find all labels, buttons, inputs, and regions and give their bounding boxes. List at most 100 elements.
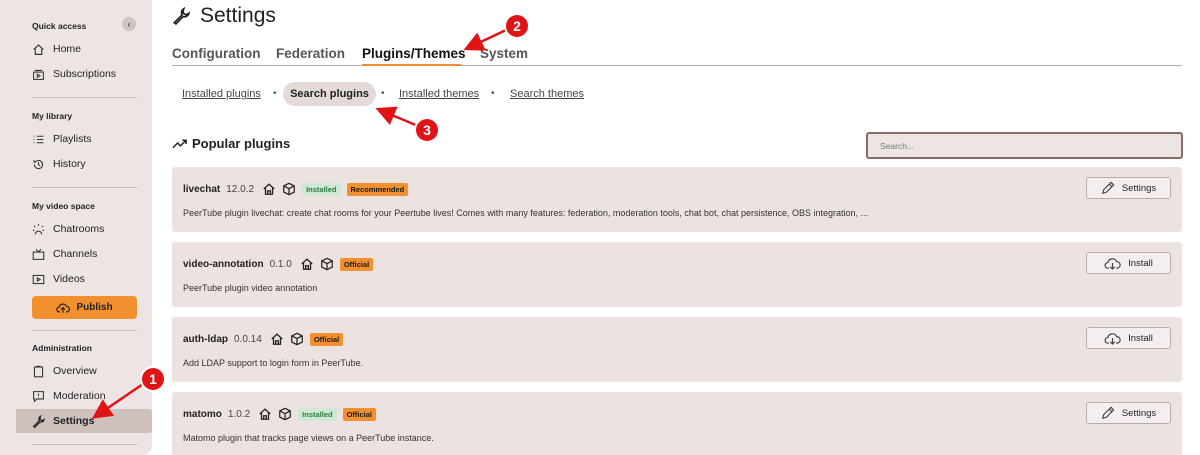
tab-plugins-themes[interactable]: Plugins/Themes — [362, 46, 466, 61]
recommended-badge: Recommended — [346, 182, 409, 196]
publish-button[interactable]: Publish — [32, 296, 137, 319]
button-label: Settings — [1121, 407, 1157, 419]
homepage-icon[interactable] — [270, 332, 284, 346]
sidebar-item-label: Channels — [53, 248, 98, 260]
section-title: Popular plugins — [192, 136, 291, 151]
channels-icon — [30, 248, 46, 261]
plugin-name: video-annotation — [183, 258, 264, 270]
sidebar-item-history[interactable]: History — [16, 152, 152, 176]
subtab-separator: • — [381, 88, 385, 99]
annotation-marker: 2 — [506, 15, 528, 37]
plugin-version: 0.0.14 — [234, 333, 262, 345]
subtab-separator: • — [491, 88, 495, 99]
page-header: Settings — [172, 4, 276, 28]
moderation-icon — [30, 390, 46, 403]
plugin-description: Matomo plugin that tracks page views on … — [183, 433, 434, 443]
annotation-arrow-3 — [375, 106, 419, 128]
collapse-sidebar-button[interactable]: ‹ — [122, 17, 136, 31]
sidebar-item-label: Settings — [53, 415, 95, 427]
sidebar-item-home[interactable]: Home — [16, 37, 152, 61]
sidebar-divider — [32, 97, 137, 98]
official-badge: Official — [339, 257, 374, 271]
subtab-separator: • — [273, 88, 277, 99]
plugin-name: livechat — [183, 183, 221, 195]
plugin-header: auth-ldap 0.0.14 Official — [183, 331, 344, 347]
sidebar-section-title: My library — [32, 111, 73, 121]
tab-configuration[interactable]: Configuration — [172, 46, 260, 61]
sidebar-item-overview[interactable]: Overview — [16, 359, 152, 383]
official-badge: Official — [309, 332, 344, 346]
homepage-icon[interactable] — [262, 182, 276, 196]
subscriptions-icon — [30, 68, 46, 81]
plugin-search-input[interactable] — [866, 132, 1183, 159]
plugin-name: auth-ldap — [183, 333, 228, 345]
package-icon[interactable] — [290, 332, 304, 346]
cloud-download-icon — [1104, 257, 1121, 270]
plugin-description: PeerTube plugin livechat: create chat ro… — [183, 208, 869, 218]
subtab-search-themes[interactable]: Search themes — [510, 88, 584, 100]
history-icon — [30, 158, 46, 171]
package-icon[interactable] — [320, 257, 334, 271]
package-icon[interactable] — [278, 407, 292, 421]
plugin-card: matomo 1.0.2 Installed Official Matomo p… — [172, 392, 1182, 455]
plugin-description: Add LDAP support to login form in PeerTu… — [183, 358, 364, 368]
homepage-icon[interactable] — [258, 407, 272, 421]
sidebar-item-label: Videos — [53, 273, 85, 285]
sidebar-item-label: Overview — [53, 365, 97, 377]
page-title: Settings — [200, 4, 276, 27]
subtab-installed-plugins[interactable]: Installed plugins — [182, 88, 261, 100]
subtab-search-plugins[interactable]: Search plugins — [283, 82, 376, 106]
sidebar-section-title: Quick access — [32, 21, 87, 31]
sidebar-item-chatrooms[interactable]: Chatrooms — [16, 217, 152, 241]
plugin-card: livechat 12.0.2 Installed Recommended Pe… — [172, 167, 1182, 232]
sidebar-divider — [32, 187, 137, 188]
plugin-header: matomo 1.0.2 Installed Official — [183, 406, 377, 422]
subtab-installed-themes[interactable]: Installed themes — [399, 88, 479, 100]
wrench-icon — [30, 414, 46, 428]
upload-cloud-icon — [56, 303, 71, 313]
plugin-card: video-annotation 0.1.0 Official PeerTube… — [172, 242, 1182, 307]
sidebar-section-title: My video space — [32, 201, 95, 211]
plugin-card: auth-ldap 0.0.14 Official Add LDAP suppo… — [172, 317, 1182, 382]
sidebar-item-channels[interactable]: Channels — [16, 242, 152, 266]
sidebar-item-moderation[interactable]: Moderation — [16, 384, 152, 408]
sidebar-item-label: Moderation — [53, 390, 106, 402]
button-label: Install — [1128, 257, 1153, 269]
sidebar-item-label: History — [53, 158, 86, 170]
settings-button[interactable]: Settings — [1086, 177, 1171, 199]
official-badge: Official — [342, 407, 377, 421]
cloud-download-icon — [1104, 332, 1121, 345]
sidebar-item-playlists[interactable]: Playlists — [16, 127, 152, 151]
publish-label: Publish — [76, 302, 113, 313]
plugin-header: livechat 12.0.2 Installed Recommended — [183, 181, 409, 197]
button-label: Install — [1128, 332, 1153, 344]
settings-tabs: Configuration Federation Plugins/Themes … — [172, 44, 1182, 66]
active-tab-indicator — [362, 64, 461, 66]
tab-system[interactable]: System — [480, 46, 528, 61]
sidebar-section-title: Administration — [32, 343, 92, 353]
home-icon — [30, 43, 46, 56]
sidebar-item-videos[interactable]: Videos — [16, 267, 152, 291]
package-icon[interactable] — [282, 182, 296, 196]
installed-badge: Installed — [302, 182, 341, 196]
tab-federation[interactable]: Federation — [276, 46, 345, 61]
install-button[interactable]: Install — [1086, 252, 1171, 274]
sidebar-item-settings[interactable]: Settings — [16, 409, 152, 433]
plugin-version: 1.0.2 — [227, 408, 251, 420]
sidebar-item-label: Home — [53, 43, 82, 55]
sidebar: Quick access ‹ Home Subscriptions My lib… — [0, 0, 152, 455]
install-button[interactable]: Install — [1086, 327, 1171, 349]
settings-button[interactable]: Settings — [1086, 402, 1171, 424]
chatrooms-icon — [30, 223, 46, 236]
sidebar-divider — [32, 330, 137, 331]
button-label: Settings — [1121, 182, 1157, 194]
pencil-icon — [1101, 181, 1115, 195]
pencil-icon — [1101, 406, 1115, 420]
homepage-icon[interactable] — [300, 257, 314, 271]
plugin-version: 0.1.0 — [269, 258, 292, 270]
section-heading: Popular plugins — [172, 136, 290, 151]
trending-icon — [172, 139, 187, 149]
sidebar-item-subscriptions[interactable]: Subscriptions — [16, 62, 152, 86]
plugin-name: matomo — [183, 408, 222, 420]
plugin-description: PeerTube plugin video annotation — [183, 283, 318, 293]
